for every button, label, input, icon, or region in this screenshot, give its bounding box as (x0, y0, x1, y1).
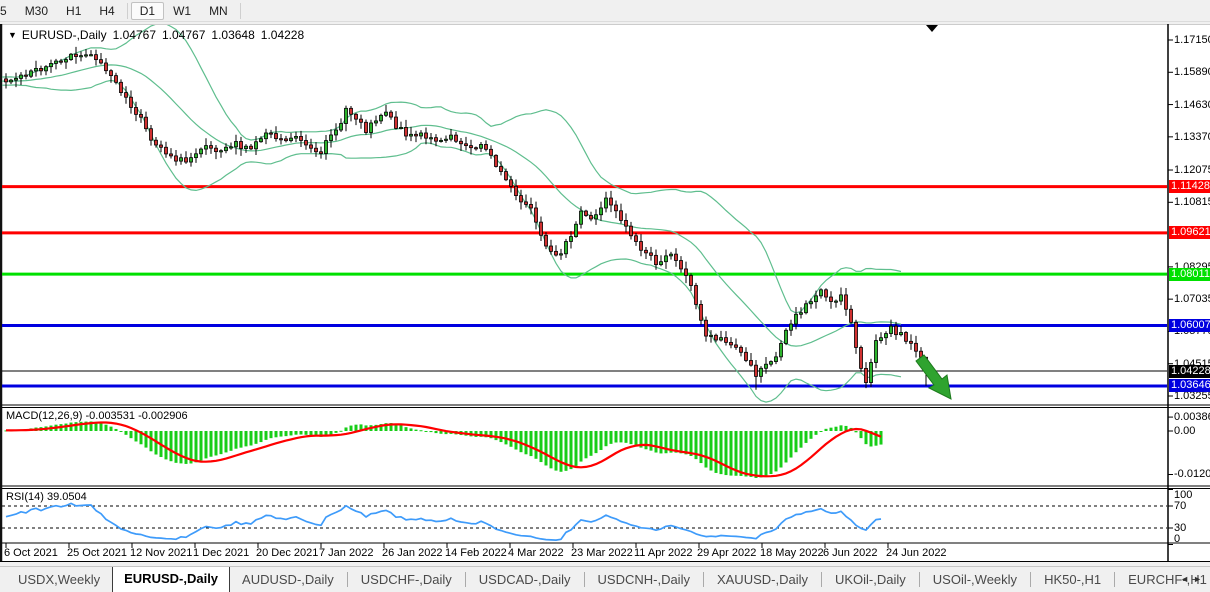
timeframe-button-w1[interactable]: W1 (164, 3, 200, 19)
toolbar-separator (240, 3, 241, 19)
symbol-tab-usdcad-daily[interactable]: USDCAD-,Daily (467, 568, 583, 592)
tab-separator (347, 572, 348, 587)
pane-borders (0, 24, 1210, 562)
chart-shift-marker-icon (926, 25, 938, 32)
tab-separator (465, 572, 466, 587)
symbol-tab-usoil-weekly[interactable]: USOil-,Weekly (921, 568, 1029, 592)
timeframe-button-mn[interactable]: MN (200, 3, 237, 19)
tab-scroll-left-button[interactable]: ◄ (1180, 574, 1193, 584)
symbol-tab-usdx-weekly[interactable]: USDX,Weekly (6, 568, 112, 592)
toolbar-separator (127, 3, 128, 19)
timeframe-toolbar: 5M30H1H4 D1W1MN (0, 0, 1210, 22)
symbol-tab-xauusd-daily[interactable]: XAUUSD-,Daily (705, 568, 820, 592)
symbol-tab-audusd-daily[interactable]: AUDUSD-,Daily (230, 568, 346, 592)
tab-separator (584, 572, 585, 587)
tab-scroll-right-button[interactable]: ► (1193, 574, 1206, 584)
symbol-tab-eurusd-daily[interactable]: EURUSD-,Daily (112, 566, 230, 592)
symbol-tab-ukoil-daily[interactable]: UKOil-,Daily (823, 568, 918, 592)
rsi-line (6, 503, 881, 540)
tab-separator (1114, 572, 1115, 587)
price-pane (0, 24, 1167, 402)
timeframe-button-h4[interactable]: H4 (90, 3, 123, 19)
macd-pane (5, 421, 883, 478)
tab-separator (703, 572, 704, 587)
symbol-tab-bar: USDX,WeeklyEURUSD-,DailyAUDUSD-,DailyUSD… (0, 566, 1210, 592)
tab-separator (821, 572, 822, 587)
candlestick-series (5, 47, 928, 390)
timeframe-button-d1[interactable]: D1 (131, 2, 164, 20)
bollinger-bands (0, 24, 901, 402)
symbol-tab-usdcnh-daily[interactable]: USDCNH-,Daily (586, 568, 702, 592)
sell-signal-arrow[interactable] (916, 355, 951, 399)
symbol-tab-usdchf-daily[interactable]: USDCHF-,Daily (349, 568, 464, 592)
tab-scroll-buttons: ◄► (1180, 574, 1206, 584)
horizontal-level-lines[interactable] (2, 187, 1167, 386)
timeframe-button-m30[interactable]: M30 (16, 3, 57, 19)
trading-terminal-window: 5M30H1H4D1W1MN ▼EURUSD-,Daily1.047671.04… (0, 0, 1210, 592)
timeframe-button-5[interactable]: 5 (0, 3, 16, 19)
chart-window[interactable] (0, 24, 1210, 562)
timeframe-button-h1[interactable]: H1 (57, 3, 90, 19)
rsi-pane (2, 503, 1167, 540)
tab-separator (919, 572, 920, 587)
symbol-tab-hk50-h1[interactable]: HK50-,H1 (1032, 568, 1113, 592)
chart-canvas[interactable] (0, 24, 1210, 562)
bollinger-lower-band (0, 80, 901, 402)
tab-separator (1030, 572, 1031, 587)
bollinger-upper-band (0, 24, 901, 313)
